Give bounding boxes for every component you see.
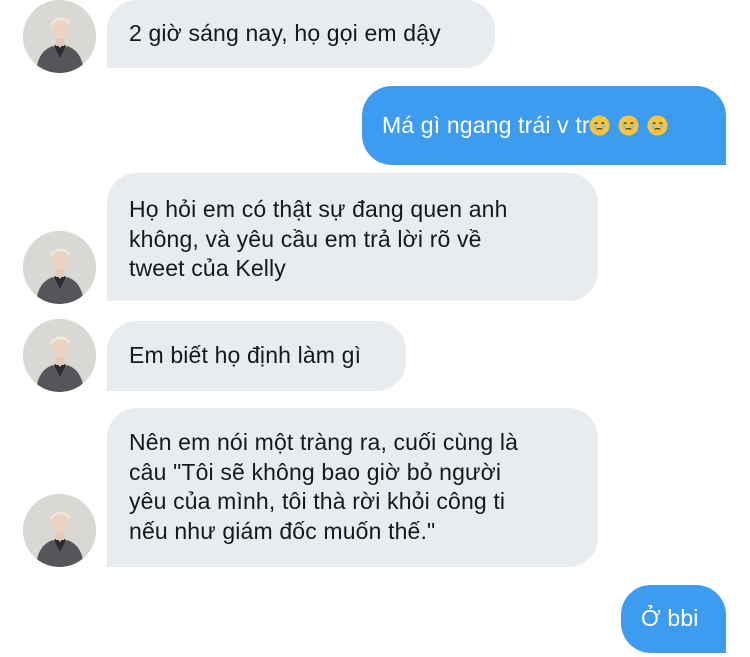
chat-thread: 2 giờ sáng nay, họ gọi em dậy Má gì ngan… xyxy=(0,0,750,657)
face-holding-back-tears-icon xyxy=(647,115,668,136)
sender-avatar[interactable] xyxy=(23,231,96,304)
message-bubble-incoming[interactable]: Họ hỏi em có thật sự đang quen anh không… xyxy=(107,173,598,301)
sender-avatar[interactable] xyxy=(23,319,96,392)
message-bubble-incoming[interactable]: Nên em nói một tràng ra, cuối cùng là câ… xyxy=(107,408,598,567)
message-text: Ở bbi xyxy=(641,605,699,631)
avatar-photo-icon xyxy=(23,231,96,304)
emoji-row xyxy=(589,115,668,136)
face-holding-back-tears-icon xyxy=(618,115,639,136)
message-text: Em biết họ định làm gì xyxy=(129,342,362,368)
sender-avatar[interactable] xyxy=(23,0,96,73)
message-text: Họ hỏi em có thật sự đang quen anh không… xyxy=(129,196,508,281)
avatar-photo-icon xyxy=(23,0,96,73)
sender-avatar[interactable] xyxy=(23,494,96,567)
avatar-photo-icon xyxy=(23,494,96,567)
message-bubble-incoming[interactable]: 2 giờ sáng nay, họ gọi em dậy xyxy=(107,0,495,68)
message-text: 2 giờ sáng nay, họ gọi em dậy xyxy=(129,20,441,46)
avatar-photo-icon xyxy=(23,319,96,392)
message-text: Má gì ngang trái v tr xyxy=(382,112,590,138)
message-bubble-outgoing[interactable]: Má gì ngang trái v tr xyxy=(362,86,726,165)
message-text: Nên em nói một tràng ra, cuối cùng là câ… xyxy=(129,429,519,544)
message-bubble-incoming[interactable]: Em biết họ định làm gì xyxy=(107,321,406,391)
face-holding-back-tears-icon xyxy=(589,115,610,136)
message-bubble-outgoing[interactable]: Ở bbi xyxy=(621,585,726,653)
